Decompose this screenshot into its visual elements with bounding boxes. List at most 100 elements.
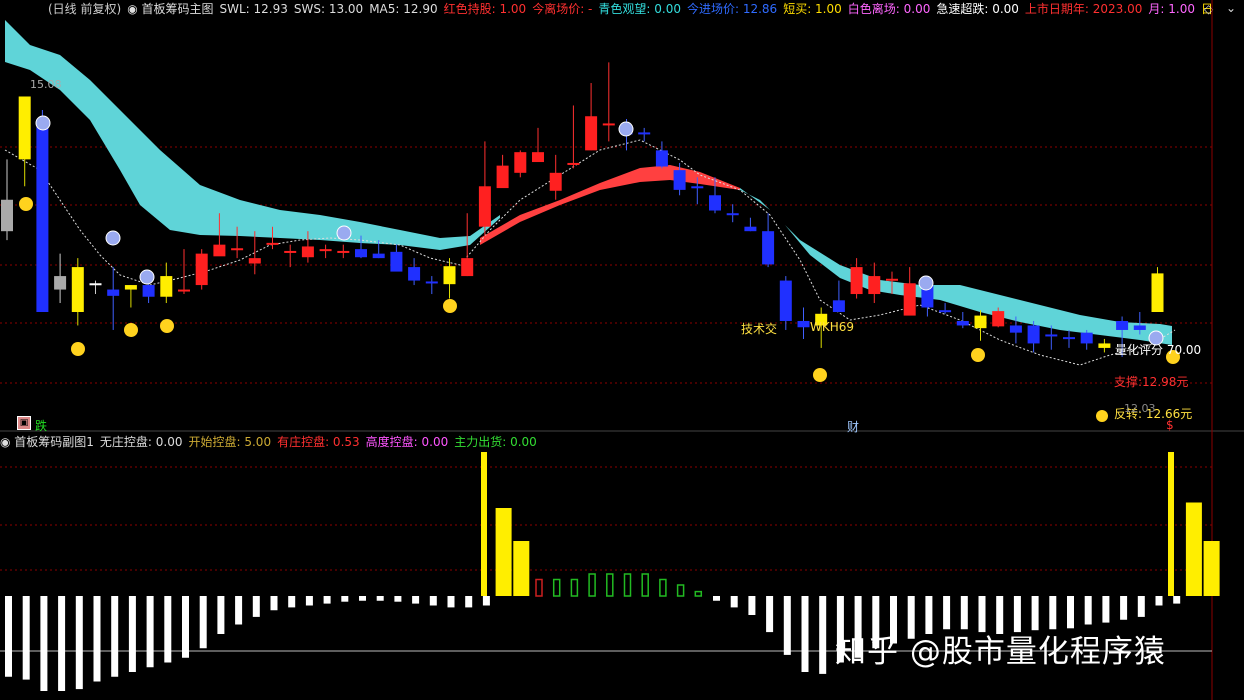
osc-bar-67[interactable] [1185,502,1202,597]
osc-bar-45[interactable] [801,596,809,672]
osc-bar-17[interactable] [305,596,313,606]
candle-body-7[interactable] [124,285,137,290]
candle-body-9[interactable] [160,276,173,297]
osc-bar-40[interactable] [713,596,720,601]
osc-bar-32[interactable] [570,578,579,597]
candle-body-21[interactable] [372,253,385,259]
price-chart-canvas[interactable] [0,0,1244,700]
osc-bar-30[interactable] [535,578,543,597]
osc-bar-44[interactable] [783,596,791,655]
osc-bar-54[interactable] [960,596,968,630]
candle-body-34[interactable] [602,123,615,126]
candle-body-49[interactable] [868,276,881,295]
candle-body-62[interactable] [1098,343,1111,348]
osc-bar-23[interactable] [412,596,420,604]
osc-bar-63[interactable] [1120,596,1128,620]
osc-bar-25[interactable] [447,596,455,608]
osc-bar-20[interactable] [359,596,366,601]
candle-body-11[interactable] [195,253,208,286]
osc-bar-1[interactable] [22,596,30,680]
candle-body-8[interactable] [142,285,155,297]
osc-bar-42[interactable] [748,596,756,615]
candle-body-5[interactable] [89,283,102,286]
osc-bar-41[interactable] [730,596,738,608]
osc-bar-3[interactable] [58,596,66,691]
candle-body-64[interactable] [1133,325,1146,330]
candle-body-18[interactable] [319,249,332,252]
candle-body-19[interactable] [337,250,350,253]
candle-body-33[interactable] [585,116,598,151]
candle-body-59[interactable] [1045,334,1058,337]
osc-bar-15[interactable] [270,596,278,611]
candle-body-32[interactable] [567,162,580,165]
candle-body-36[interactable] [638,132,651,135]
candle-body-25[interactable] [443,266,456,285]
candle-body-38[interactable] [673,170,686,190]
osc-bar-43[interactable] [766,596,774,633]
candle-body-27[interactable] [478,186,491,227]
candle-body-17[interactable] [301,246,314,258]
candle-body-20[interactable] [355,249,367,258]
osc-bar-65[interactable] [1155,596,1163,606]
candle-body-26[interactable] [461,258,474,277]
candle-body-41[interactable] [726,213,739,216]
osc-bar-19[interactable] [341,596,349,602]
osc-bar-21[interactable] [376,596,384,601]
osc-bar-35[interactable] [623,573,632,597]
candle-body-54[interactable] [956,320,969,326]
osc-bar-53[interactable] [943,596,951,630]
osc-bar-62[interactable] [1102,596,1110,623]
osc-bar-18[interactable] [323,596,331,604]
osc-bar-31[interactable] [552,578,561,597]
candle-body-29[interactable] [514,152,527,173]
osc-bar-10[interactable] [182,596,189,658]
candle-body-4[interactable] [71,267,84,312]
osc-bar-29[interactable] [513,541,530,596]
dollar-marker[interactable]: $ [1166,418,1174,432]
candle-body-37[interactable] [655,150,668,167]
osc-bar-13[interactable] [235,596,243,625]
candle-body-45[interactable] [797,320,810,328]
candle-body-23[interactable] [408,267,421,281]
candle-body-10[interactable] [178,289,190,292]
candle-body-42[interactable] [744,226,757,232]
osc-bar-34[interactable] [606,573,614,597]
osc-bar-37[interactable] [659,578,667,597]
candle-body-63[interactable] [1116,320,1129,330]
osc-bar-59[interactable] [1049,596,1057,630]
candle-body-53[interactable] [939,310,952,313]
finance-marker[interactable]: 财 [847,418,859,435]
candle-body-51[interactable] [903,283,916,316]
candle-body-57[interactable] [1009,325,1022,333]
osc-bar-6[interactable] [111,596,119,677]
osc-bar-26[interactable] [465,596,473,608]
osc-bar-68[interactable] [1203,541,1220,596]
candle-body-31[interactable] [549,172,562,191]
candle-body-28[interactable] [496,165,509,189]
candle-body-50[interactable] [886,278,898,281]
info-icon[interactable]: ▣ [17,416,31,430]
candle-body-43[interactable] [762,231,775,265]
osc-bar-16[interactable] [288,596,296,608]
osc-bar-28[interactable] [495,508,512,596]
candle-body-22[interactable] [390,251,403,272]
osc-bar-66[interactable] [1173,596,1181,604]
osc-bar-2[interactable] [40,596,48,691]
osc-bar-60[interactable] [1067,596,1074,629]
osc-bar-8[interactable] [146,596,154,668]
osc-bar-38[interactable] [676,584,685,597]
candle-body-24[interactable] [425,281,438,284]
candle-body-13[interactable] [231,248,244,251]
candle-body-0[interactable] [1,199,13,232]
candle-body-2[interactable] [36,118,49,312]
candle-body-65[interactable] [1151,273,1164,312]
osc-bar-11[interactable] [199,596,207,649]
candle-body-39[interactable] [691,186,704,189]
candle-body-15[interactable] [266,242,279,245]
candle-body-6[interactable] [107,289,120,296]
osc-bar-24[interactable] [429,596,437,606]
osc-bar-9[interactable] [164,596,172,663]
candle-body-40[interactable] [709,195,721,211]
osc-bar-0[interactable] [5,596,12,677]
osc-bar-39[interactable] [694,590,703,597]
